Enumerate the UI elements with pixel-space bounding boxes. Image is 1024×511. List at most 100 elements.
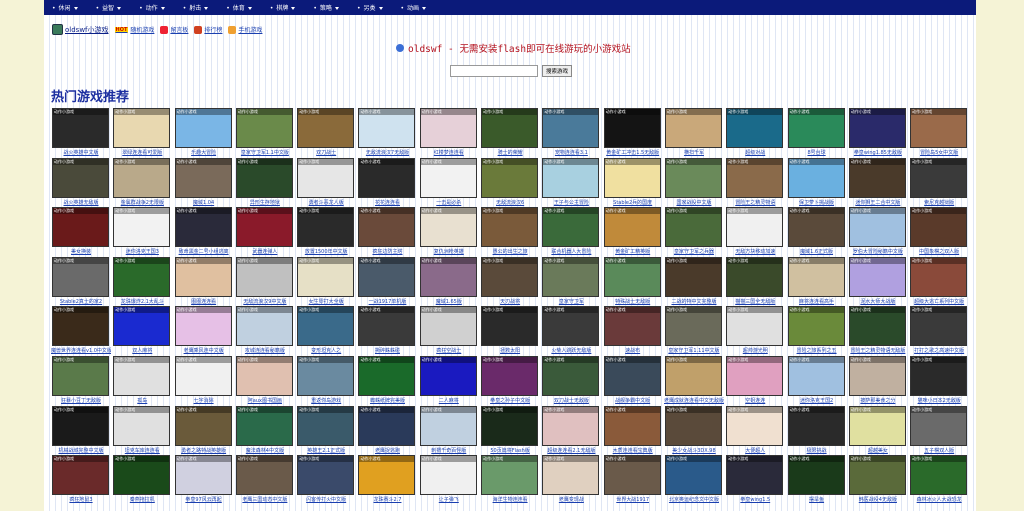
game-title-link[interactable]: 打打之歌之高速中文版 <box>909 347 969 354</box>
game-card[interactable]: 动作小游戏 超级大逃亡系列中文版 <box>909 256 970 307</box>
game-title-link[interactable]: 索尼克越狱版 <box>909 199 969 206</box>
game-card[interactable]: 动作小游戏 联合机器人大冒险 <box>541 207 602 257</box>
game-thumbnail[interactable]: 动作小游戏 <box>603 157 661 198</box>
game-title-link[interactable]: 超级对战 <box>725 149 785 156</box>
game-card[interactable]: 动作小游戏 勇者之路特战英雄版 <box>174 405 235 456</box>
game-card[interactable]: 动作小游戏 皇家守卫军1.1中文版 <box>235 108 296 158</box>
game-title-link[interactable]: 二战的特中文完整版 <box>664 298 724 305</box>
nav-item[interactable]: 休闲 <box>44 3 88 12</box>
game-title-link[interactable]: 速战布 <box>603 347 663 354</box>
game-card[interactable]: 动作小游戏 无敌流浪汉6 <box>480 157 541 208</box>
game-card[interactable]: 动作小游戏 二人麻将 <box>419 355 480 406</box>
game-card[interactable]: 动作小游戏 翠绿连连看可爱版 <box>112 108 173 158</box>
game-thumbnail[interactable]: 动作小游戏 <box>481 157 539 198</box>
game-card[interactable]: 动作小游戏 一战1917单机版 <box>357 256 418 307</box>
game-card[interactable]: 动作小游戏 双刀战士 <box>296 108 357 158</box>
game-card[interactable]: 动作小游戏 战火英雄无敌版 <box>51 157 112 208</box>
game-thumbnail[interactable]: 动作小游戏 <box>664 256 722 297</box>
game-thumbnail[interactable]: 动作小游戏 <box>297 306 355 347</box>
game-thumbnail[interactable]: 动作小游戏 <box>481 108 539 148</box>
game-card[interactable]: 动作小游戏 皇家守卫军之兵器 <box>664 207 725 257</box>
game-card[interactable]: 动作小游戏 重返你岛游戏 <box>296 355 357 406</box>
game-thumbnail[interactable]: 动作小游戏 <box>664 455 722 496</box>
game-title-link[interactable]: 无敌流浪汉9中文版 <box>235 298 295 305</box>
game-title-link[interactable]: 皇家守卫军1.11中文版 <box>664 347 724 354</box>
game-card[interactable]: 动作小游戏 50页篇将Flash版 <box>480 405 541 456</box>
game-thumbnail[interactable]: 动作小游戏 <box>603 405 661 446</box>
game-thumbnail[interactable]: 动作小游戏 <box>358 157 416 198</box>
game-thumbnail[interactable]: 动作小游戏 <box>235 256 293 297</box>
game-thumbnail[interactable]: 动作小游戏 <box>542 405 600 446</box>
game-card[interactable]: 动作小游戏 龙珠爆炸2.1大乱斗 <box>112 256 173 307</box>
game-title-link[interactable]: 五子棋双人版 <box>909 447 969 454</box>
game-thumbnail[interactable]: 动作小游戏 <box>542 306 600 347</box>
game-title-link[interactable]: 疯狂地鼠3 <box>51 496 111 503</box>
game-card[interactable]: 动作小游戏 罗伯大冒险秘籍中文版 <box>848 207 909 257</box>
game-thumbnail[interactable]: 动作小游戏 <box>52 306 109 347</box>
game-thumbnail[interactable]: 动作小游戏 <box>664 157 722 198</box>
game-title-link[interactable]: 无敌流浪汉7无敌版 <box>357 149 417 156</box>
game-thumbnail[interactable]: 动作小游戏 <box>481 207 539 248</box>
game-card[interactable]: 动作小游戏 女生零打大全版 <box>296 256 357 307</box>
game-thumbnail[interactable]: 动作小游戏 <box>358 355 416 396</box>
game-title-link[interactable]: 北京奥运纪念文中文版 <box>664 496 724 503</box>
game-title-link[interactable]: 特殊战士无敌版 <box>603 298 663 305</box>
nav-item[interactable]: 射击 <box>175 3 219 12</box>
game-thumbnail[interactable]: 动作小游戏 <box>174 355 232 396</box>
game-thumbnail[interactable]: 动作小游戏 <box>113 207 171 248</box>
game-card[interactable]: 动作小游戏 骑士的荣耀 <box>480 108 541 158</box>
game-thumbnail[interactable]: 动作小游戏 <box>481 306 539 347</box>
game-thumbnail[interactable]: 动作小游戏 <box>113 157 171 198</box>
nav-item[interactable]: 动作 <box>131 3 175 12</box>
game-title-link[interactable]: 黄金矿工冲击1.5无敌版 <box>603 149 663 156</box>
game-card[interactable]: 动作小游戏 坦克车库连连看 <box>112 405 173 456</box>
game-thumbnail[interactable]: 动作小游戏 <box>848 455 906 496</box>
game-title-link[interactable]: 皇家守卫军之兵器 <box>664 248 724 255</box>
game-thumbnail[interactable]: 动作小游戏 <box>726 207 784 248</box>
game-title-link[interactable]: 冒险岛5女中文版 <box>909 149 969 156</box>
game-title-link[interactable]: 老鹰三国动态中文版 <box>235 496 295 503</box>
game-title-link[interactable]: 花花连连看 <box>357 199 417 206</box>
game-title-link[interactable]: 老鹰成就连连看中文无敌版 <box>664 397 724 404</box>
game-card[interactable]: 动作小游戏 王子与公主冒险 <box>541 157 602 208</box>
game-title-link[interactable]: 致命黑金二号小组逃离 <box>174 248 234 255</box>
game-thumbnail[interactable]: 动作小游戏 <box>481 455 539 496</box>
game-title-link[interactable]: 泥水大师大战版 <box>848 298 908 305</box>
game-title-link[interactable]: 无敌流浪汉6 <box>480 199 540 206</box>
game-card[interactable]: 动作小游戏 天刃战将 <box>480 256 541 307</box>
game-title-link[interactable]: 美少女战斗3DX.98 <box>664 447 724 454</box>
game-thumbnail[interactable]: 动作小游戏 <box>848 306 906 347</box>
game-card[interactable]: 动作小游戏 世界大战1917 <box>603 455 664 505</box>
game-title-link[interactable]: 狂暴小豆丁无敌版 <box>51 397 111 404</box>
game-thumbnail[interactable]: 动作小游戏 <box>787 455 845 496</box>
game-card[interactable]: 动作小游戏 横扫千军 <box>664 108 725 158</box>
game-card[interactable]: 动作小游戏 战舰争霸中文版 <box>603 355 664 406</box>
game-title-link[interactable]: 冒险王之精灵物语 <box>725 199 785 206</box>
game-card[interactable]: 动作小游戏 秦燕拖拉机 <box>112 455 173 505</box>
game-card[interactable]: 动作小游戏 龙珠赛斗2.7 <box>357 455 418 505</box>
game-card[interactable]: 动作小游戏 冒险之旅系列之五 <box>787 306 848 356</box>
game-card[interactable]: 动作小游戏 猫咪小日本2无敌版 <box>909 355 970 406</box>
game-card[interactable]: 动作小游戏 大便超人 <box>725 405 786 456</box>
nav-item[interactable]: 体育 <box>218 3 262 12</box>
game-thumbnail[interactable]: 动作小游戏 <box>358 306 416 347</box>
game-thumbnail[interactable]: 动作小游戏 <box>542 157 600 198</box>
game-thumbnail[interactable]: 动作小游戏 <box>848 256 906 297</box>
game-thumbnail[interactable]: 动作小游戏 <box>297 455 355 496</box>
game-title-link[interactable]: 二人麻将 <box>419 397 479 404</box>
game-thumbnail[interactable]: 动作小游戏 <box>235 405 293 446</box>
game-thumbnail[interactable]: 动作小游戏 <box>419 355 477 396</box>
game-card[interactable]: 动作小游戏 拯救太阳 <box>480 306 541 356</box>
game-title-link[interactable]: 女生零打大全版 <box>296 298 356 305</box>
game-card[interactable]: 动作小游戏 超帅游光明 <box>725 306 786 356</box>
game-card[interactable]: 动作小游戏 图图连连看 <box>174 256 235 307</box>
game-card[interactable]: 动作小游戏 超级连连看2.1无敌版 <box>541 405 602 456</box>
game-card[interactable]: 动作小游戏 双刀战士无敌版 <box>541 355 602 406</box>
game-title-link[interactable]: 图图连连看 <box>174 298 234 305</box>
game-thumbnail[interactable]: 动作小游戏 <box>52 355 109 396</box>
game-card[interactable]: 动作小游戏 乐趣大冒险 <box>174 108 235 158</box>
game-thumbnail[interactable]: 动作小游戏 <box>603 207 661 248</box>
nav-item[interactable]: 策略 <box>305 3 349 12</box>
game-title-link[interactable]: 国家战役中文版 <box>664 199 724 206</box>
game-title-link[interactable]: 世界大战1917 <box>603 496 663 503</box>
